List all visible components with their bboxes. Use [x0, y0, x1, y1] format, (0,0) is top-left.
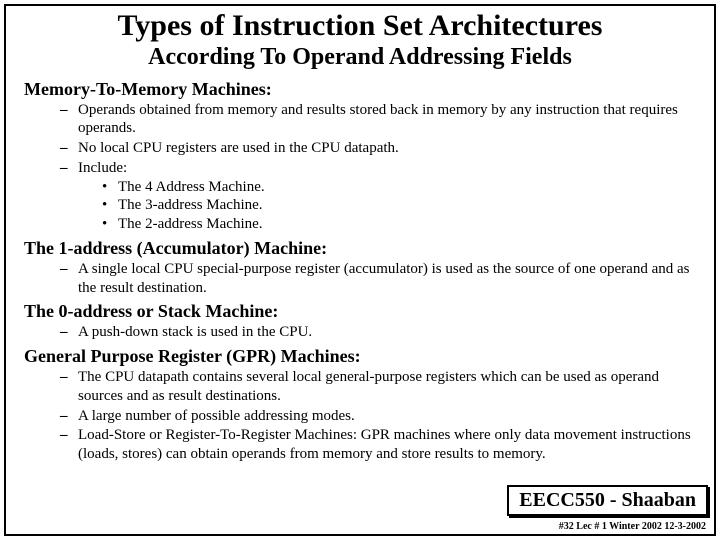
footer-course-box: EECC550 - Shaaban — [507, 485, 708, 516]
list-item: The CPU datapath contains several local … — [60, 368, 696, 406]
section-heading: The 0-address or Stack Machine: — [24, 301, 696, 322]
list-item: Include: The 4 Address Machine. The 3-ad… — [60, 159, 696, 234]
bullet-text: A push-down stack is used in the CPU. — [78, 324, 312, 340]
list-item: Operands obtained from memory and result… — [60, 101, 696, 139]
list-item: The 3-address Machine. — [102, 196, 696, 215]
bullet-text: The CPU datapath contains several local … — [78, 369, 659, 404]
slide-title: Types of Instruction Set Architectures — [24, 10, 696, 42]
list-item: No local CPU registers are used in the C… — [60, 139, 696, 158]
bullet-text: No local CPU registers are used in the C… — [78, 140, 399, 156]
slide-content: Types of Instruction Set Architectures A… — [6, 6, 714, 534]
list-item: A large number of possible addressing mo… — [60, 407, 696, 426]
bullet-text: The 4 Address Machine. — [118, 179, 265, 195]
footer-meta: #32 Lec # 1 Winter 2002 12-3-2002 — [559, 521, 706, 532]
section-heading: Memory-To-Memory Machines: — [24, 79, 696, 100]
bullet-text: Include: — [78, 160, 127, 176]
bullet-text: The 2-address Machine. — [118, 216, 263, 232]
bullet-text: The 3-address Machine. — [118, 197, 263, 213]
bullet-list: The CPU datapath contains several local … — [24, 368, 696, 464]
bullet-list: Operands obtained from memory and result… — [24, 101, 696, 234]
bullet-list: A single local CPU special-purpose regis… — [24, 260, 696, 298]
slide-subtitle: According To Operand Addressing Fields — [24, 44, 696, 71]
list-item: A push-down stack is used in the CPU. — [60, 323, 696, 342]
list-item: The 2-address Machine. — [102, 215, 696, 234]
bullet-text: A large number of possible addressing mo… — [78, 408, 355, 424]
section-heading: The 1-address (Accumulator) Machine: — [24, 238, 696, 259]
bullet-list: A push-down stack is used in the CPU. — [24, 323, 696, 342]
bullet-text: A single local CPU special-purpose regis… — [78, 261, 689, 296]
bullet-text: Operands obtained from memory and result… — [78, 102, 678, 137]
list-item: Load-Store or Register-To-Register Machi… — [60, 426, 696, 464]
sub-bullet-list: The 4 Address Machine. The 3-address Mac… — [78, 178, 696, 234]
list-item: A single local CPU special-purpose regis… — [60, 260, 696, 298]
bullet-text: Load-Store or Register-To-Register Machi… — [78, 427, 691, 462]
list-item: The 4 Address Machine. — [102, 178, 696, 197]
section-heading: General Purpose Register (GPR) Machines: — [24, 346, 696, 367]
